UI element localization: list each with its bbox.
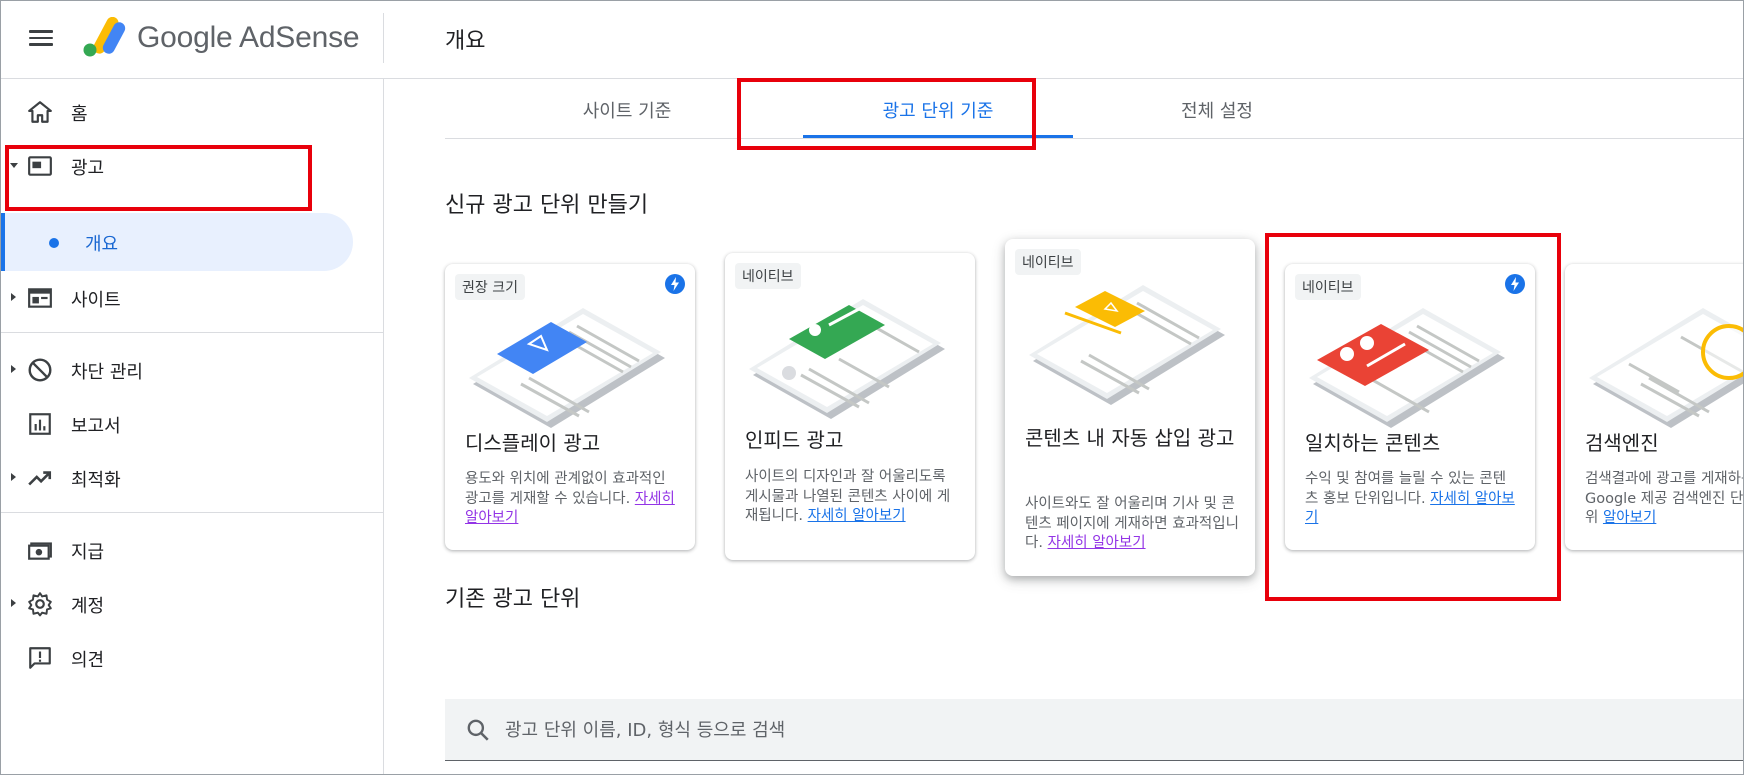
page-title: 개요 — [445, 29, 486, 54]
matched-content-illustration — [1309, 308, 1505, 428]
expand-caret-icon — [11, 473, 16, 481]
recommended-size-badge: 권장 크기 — [455, 274, 525, 300]
sidebar-item-label: 보고서 — [71, 416, 121, 437]
ads-icon — [28, 156, 52, 176]
tab-global-settings[interactable]: 전체 설정 — [1137, 97, 1297, 123]
main-content: 사이트 기준 광고 단위 기준 전체 설정 신규 광고 단위 만들기 권장 크기 — [385, 79, 1743, 774]
card-description: 용도와 위치에 관계없이 효과적인 광고를 게재할 수 있습니다. 자세히 알아… — [465, 470, 679, 529]
dot-icon — [49, 238, 59, 248]
new-ad-unit-section-title: 신규 광고 단위 만들기 — [445, 193, 649, 218]
learn-more-link[interactable]: 자세히 알아보기 — [1048, 535, 1146, 551]
lightning-bolt-icon — [1505, 274, 1525, 294]
sidebar-item-ads[interactable]: 광고 — [1, 143, 384, 187]
learn-more-link[interactable]: 알아보기 — [1603, 510, 1656, 526]
optimization-icon — [28, 471, 52, 486]
active-indicator — [1, 213, 5, 271]
matched-content-card[interactable]: 네이티브 일치하는 콘텐츠 수익 및 참여를 늘릴 수 있는 콘텐츠 홍보 단위… — [1285, 264, 1535, 550]
in-article-ads-card[interactable]: 네이티브 콘텐츠 내 자동 삽입 광고 사이트와도 잘 어울리며 기사 및 콘텐… — [1005, 239, 1255, 576]
tab-by-ad-unit[interactable]: 광고 단위 기준 — [803, 97, 1073, 123]
sidebar-item-label: 차단 관리 — [71, 362, 143, 383]
sidebar-item-label: 지급 — [71, 542, 105, 563]
sidebar-item-label: 사이트 — [71, 290, 121, 311]
active-tab-indicator — [803, 135, 1073, 138]
sidebar-item-label: 개요 — [85, 234, 119, 255]
tab-bar: 사이트 기준 광고 단위 기준 전체 설정 — [445, 79, 1743, 139]
payments-icon — [28, 542, 52, 560]
sidebar-item-reports[interactable]: 보고서 — [1, 401, 384, 445]
brand-name: Google AdSense — [137, 21, 360, 54]
sidebar-divider — [1, 512, 384, 513]
adsense-logo — [83, 17, 126, 57]
sidebar-item-label: 광고 — [71, 158, 105, 179]
sites-icon — [28, 288, 52, 308]
sidebar-item-overview[interactable]: 개요 — [1, 213, 353, 271]
card-description: 검색결과에 광고를 게재하는 Google 제공 검색엔진 단위 알아보기 — [1585, 470, 1743, 529]
home-icon — [28, 101, 52, 123]
card-title: 검색엔진 — [1585, 431, 1659, 455]
ad-unit-search-bar — [445, 699, 1743, 761]
card-title: 일치하는 콘텐츠 — [1305, 431, 1441, 455]
expand-caret-icon — [11, 293, 16, 301]
sidebar-item-label: 홈 — [71, 104, 88, 125]
main-menu-button[interactable] — [25, 26, 57, 54]
card-description: 수익 및 참여를 늘릴 수 있는 콘텐츠 홍보 단위입니다. 자세히 알아보기 — [1305, 470, 1519, 529]
search-icon — [467, 719, 489, 741]
native-badge: 네이티브 — [1015, 249, 1081, 275]
tab-by-site[interactable]: 사이트 기준 — [547, 97, 707, 123]
display-ads-card[interactable]: 권장 크기 디스플레이 광고 용도와 위치에 관계없이 효과적인 광고를 게재할… — [445, 264, 695, 550]
header-divider — [383, 13, 384, 63]
card-title: 콘텐츠 내 자동 삽입 광고 — [1025, 426, 1235, 450]
in-article-ad-illustration — [1029, 285, 1225, 405]
card-title: 인피드 광고 — [745, 428, 844, 452]
ad-unit-search-input[interactable] — [505, 713, 1405, 747]
expand-caret-icon — [11, 365, 16, 373]
sidebar-item-label: 계정 — [71, 596, 105, 617]
card-title: 디스플레이 광고 — [465, 431, 601, 455]
search-engine-illustration — [1589, 308, 1743, 428]
sidebar-item-home[interactable]: 홈 — [1, 89, 384, 133]
sidebar-item-blocking-controls[interactable]: 차단 관리 — [1, 347, 384, 391]
sidebar-divider — [1, 332, 384, 333]
account-gear-icon — [28, 592, 52, 617]
native-badge: 네이티브 — [1295, 274, 1361, 300]
sidebar: 홈 광고 개요 사이트 차단 관리 보고서 최적화 지급 계정 의견 — [1, 79, 384, 774]
feedback-icon — [29, 647, 51, 669]
expand-caret-icon — [11, 599, 16, 607]
sidebar-item-account[interactable]: 계정 — [1, 581, 384, 625]
card-description: 사이트와도 잘 어울리며 기사 및 콘텐츠 페이지에 게재하면 효과적입니다. … — [1025, 495, 1239, 554]
in-feed-ad-illustration — [749, 299, 945, 419]
reports-icon — [29, 413, 51, 435]
search-engine-card[interactable]: 검색엔진 검색결과에 광고를 게재하는 Google 제공 검색엔진 단위 알아… — [1565, 264, 1743, 550]
expand-caret-icon — [10, 163, 18, 168]
sidebar-item-optimization[interactable]: 최적화 — [1, 455, 384, 499]
sidebar-item-label: 의견 — [71, 650, 105, 671]
sidebar-item-payments[interactable]: 지급 — [1, 527, 384, 571]
in-feed-ads-card[interactable]: 네이티브 인피드 광고 사이트의 디자인과 잘 어울리도록 게시물과 나열된 콘… — [725, 253, 975, 560]
app-frame: Google AdSense 개요 홈 광고 개요 사이트 차단 관리 보고서 … — [0, 0, 1744, 775]
sidebar-item-label: 최적화 — [71, 470, 121, 491]
top-app-bar: Google AdSense 개요 — [1, 1, 1743, 79]
learn-more-link[interactable]: 자세히 알아보기 — [808, 508, 906, 524]
card-description: 사이트의 디자인과 잘 어울리도록 게시물과 나열된 콘텐츠 사이에 게재됩니다… — [745, 468, 959, 527]
sidebar-item-feedback[interactable]: 의견 — [1, 635, 384, 679]
native-badge: 네이티브 — [735, 263, 801, 289]
existing-ad-units-section-title: 기존 광고 단위 — [445, 587, 581, 612]
display-ad-illustration — [469, 308, 665, 428]
lightning-bolt-icon — [665, 274, 685, 294]
block-icon — [28, 358, 52, 382]
sidebar-item-sites[interactable]: 사이트 — [1, 275, 384, 319]
